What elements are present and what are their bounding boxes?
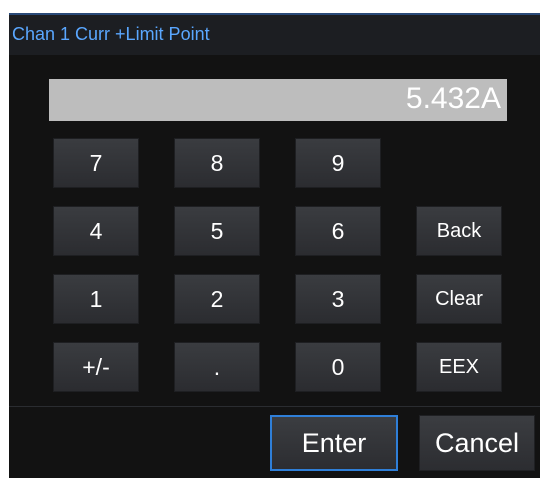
display-value: 5.432A: [405, 82, 501, 115]
cancel-button[interactable]: Cancel: [419, 415, 535, 471]
eex-button[interactable]: EEX: [416, 342, 502, 392]
key-4[interactable]: 4: [53, 206, 139, 256]
key-3[interactable]: 3: [295, 274, 381, 324]
key-8[interactable]: 8: [174, 138, 260, 188]
title-bar: Chan 1 Curr +Limit Point: [9, 15, 540, 55]
numeric-entry-dialog: Chan 1 Curr +Limit Point 5.432A 7 8 9 4 …: [9, 13, 540, 478]
clear-button[interactable]: Clear: [416, 274, 502, 324]
key-7[interactable]: 7: [53, 138, 139, 188]
dialog-title: Chan 1 Curr +Limit Point: [12, 24, 210, 44]
key-5[interactable]: 5: [174, 206, 260, 256]
decimal-point-key[interactable]: .: [174, 342, 260, 392]
key-0[interactable]: 0: [295, 342, 381, 392]
key-9[interactable]: 9: [295, 138, 381, 188]
back-button[interactable]: Back: [416, 206, 502, 256]
key-6[interactable]: 6: [295, 206, 381, 256]
plus-minus-key[interactable]: +/-: [53, 342, 139, 392]
enter-button[interactable]: Enter: [270, 415, 398, 471]
value-display: 5.432A: [49, 79, 507, 121]
key-1[interactable]: 1: [53, 274, 139, 324]
divider: [9, 406, 540, 407]
key-2[interactable]: 2: [174, 274, 260, 324]
screen-frame: Chan 1 Curr +Limit Point 5.432A 7 8 9 4 …: [0, 0, 540, 478]
